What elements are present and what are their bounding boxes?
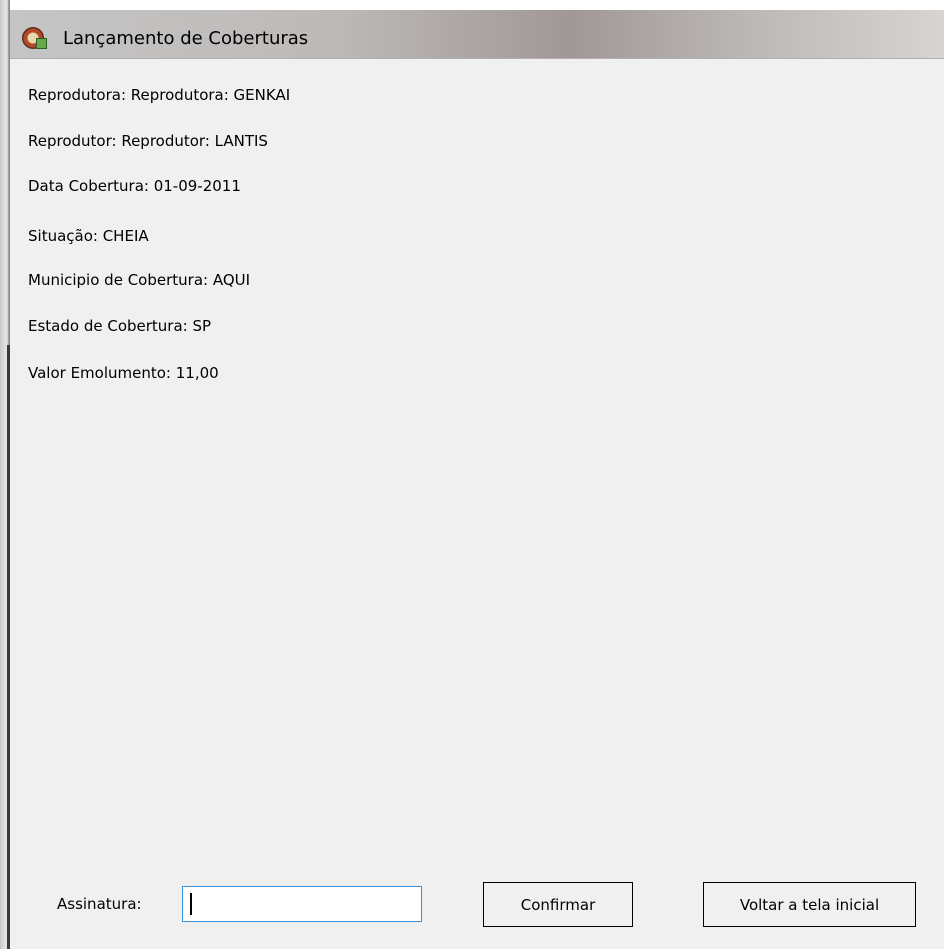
signature-input[interactable]: [182, 886, 422, 922]
confirm-button[interactable]: Confirmar: [483, 882, 633, 927]
window-top-edge: [0, 0, 944, 10]
situacao-label: Situação: CHEIA: [28, 227, 149, 245]
valor-emolumento-label: Valor Emolumento: 11,00: [28, 364, 219, 382]
reprodutora-label: Reprodutora: Reprodutora: GENKAI: [28, 86, 291, 104]
window-title: Lançamento de Coberturas: [63, 28, 309, 49]
signature-label: Assinatura:: [57, 895, 142, 913]
app-logo-badge-icon: [36, 38, 47, 49]
estado-label: Estado de Cobertura: SP: [28, 317, 212, 335]
back-to-home-button[interactable]: Voltar a tela inicial: [703, 882, 916, 927]
reprodutor-label: Reprodutor: Reprodutor: LANTIS: [28, 132, 268, 150]
app-window: Lançamento de Coberturas Reprodutora: Re…: [0, 0, 944, 949]
municipio-label: Municipio de Cobertura: AQUI: [28, 271, 251, 289]
text-caret: [190, 893, 192, 915]
data-cobertura-label: Data Cobertura: 01-09-2011: [28, 177, 241, 195]
